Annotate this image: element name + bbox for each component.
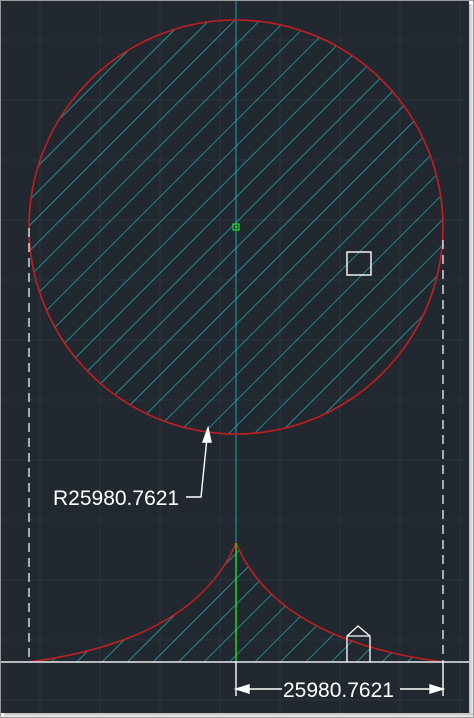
frame-shadow-bottom: [4, 713, 473, 717]
radius-dimension-label[interactable]: R25980.7621: [53, 487, 179, 510]
linear-dimension-label[interactable]: 25980.7621: [283, 679, 394, 702]
cad-drawing-canvas[interactable]: R25980.7621 25980.7621: [1, 1, 469, 713]
radius-leader: [186, 425, 212, 498]
frame-shadow-right: [469, 4, 473, 717]
drawing-svg: R25980.7621 25980.7621: [1, 1, 469, 713]
